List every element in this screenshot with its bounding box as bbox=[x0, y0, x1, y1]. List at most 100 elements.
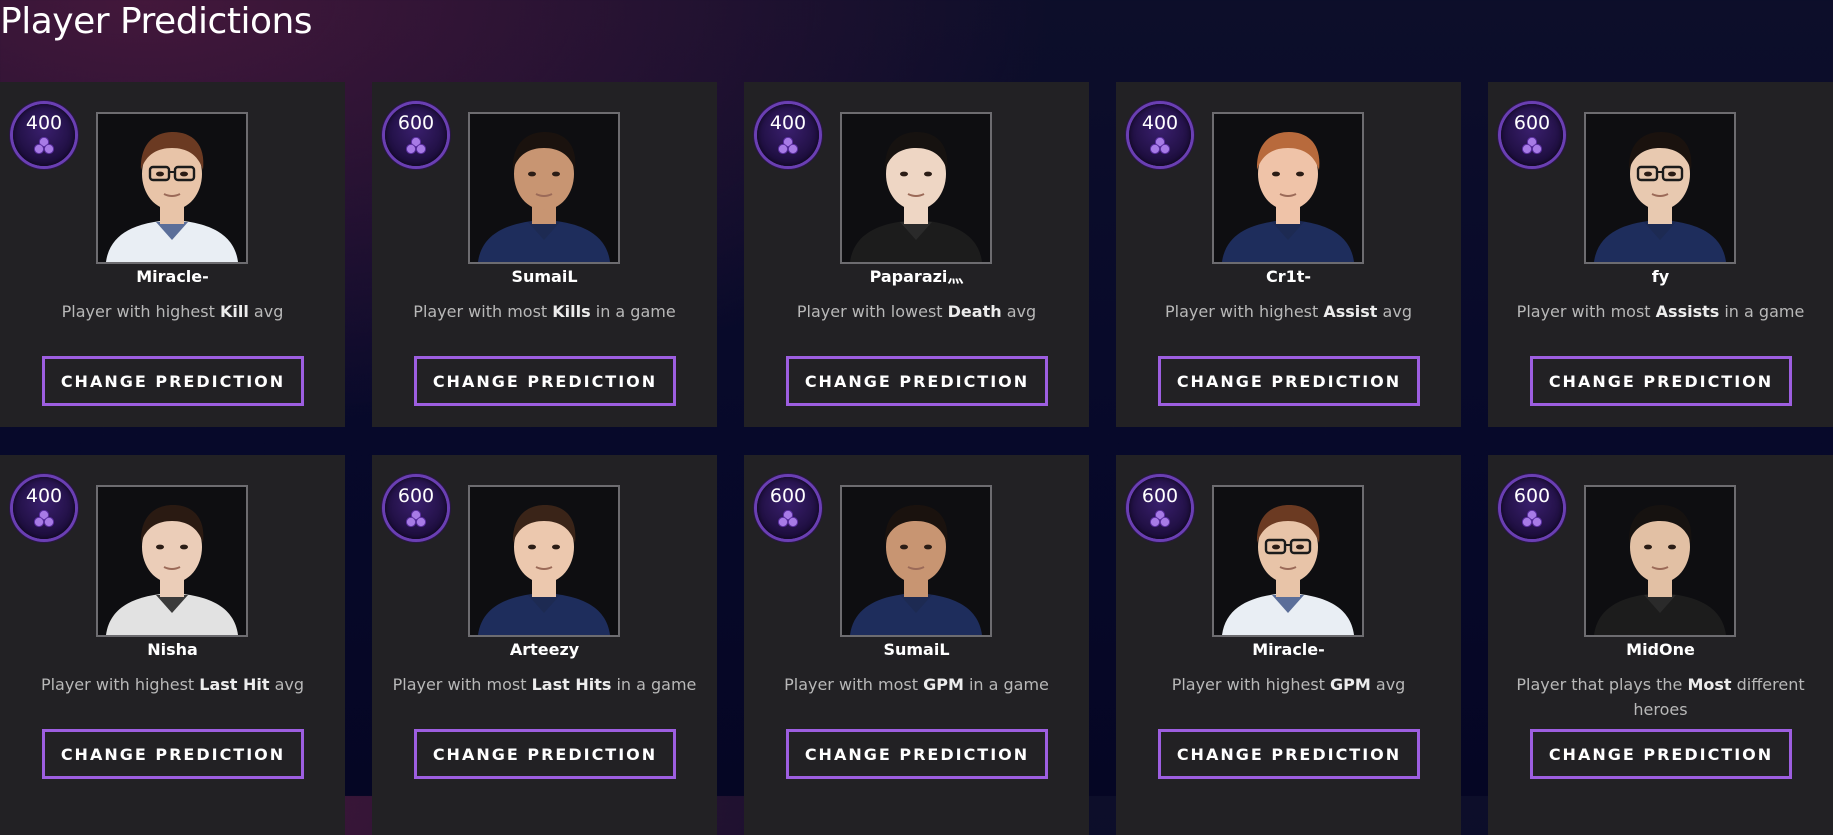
prediction-card: 400 Cr1t- Player with highest Assist avg… bbox=[1116, 82, 1461, 427]
player-photo bbox=[98, 487, 246, 635]
points-badge: 400 bbox=[13, 477, 75, 539]
desc-text: Player with most bbox=[413, 302, 553, 321]
points-value: 600 bbox=[397, 112, 435, 134]
player-photo bbox=[1586, 487, 1734, 635]
change-prediction-button[interactable]: CHANGE PREDICTION bbox=[414, 356, 676, 406]
prediction-card: 600 fy Player with most Assists in a gam… bbox=[1488, 82, 1833, 427]
desc-text: Player with lowest bbox=[796, 302, 948, 321]
desc-stat: Last Hit bbox=[199, 675, 270, 694]
points-badge: 400 bbox=[13, 104, 75, 166]
player-name: fy bbox=[1651, 267, 1670, 286]
desc-text: in a game bbox=[963, 675, 1049, 694]
change-prediction-button[interactable]: CHANGE PREDICTION bbox=[42, 356, 304, 406]
player-photo bbox=[470, 487, 618, 635]
desc-stat: Death bbox=[947, 302, 1002, 321]
prediction-card: 400 Nisha Player with highest Last Hit a… bbox=[0, 455, 345, 835]
page-title: Player Predictions bbox=[0, 1, 313, 42]
shard-icon bbox=[1149, 510, 1171, 528]
change-prediction-button[interactable]: CHANGE PREDICTION bbox=[1158, 729, 1420, 779]
prediction-description: Player with most Kills in a game bbox=[387, 299, 702, 324]
player-portrait bbox=[468, 485, 620, 637]
desc-text: in a game bbox=[1719, 302, 1805, 321]
prediction-card: 600 MidOne Player that plays the Most di… bbox=[1488, 455, 1833, 835]
shard-icon bbox=[33, 510, 55, 528]
player-name: Cr1t- bbox=[1265, 267, 1312, 286]
player-name: SumaiL bbox=[511, 267, 578, 286]
points-badge: 400 bbox=[757, 104, 819, 166]
desc-text: Player with highest bbox=[40, 675, 200, 694]
player-portrait bbox=[1584, 112, 1736, 264]
prediction-card: 600 Arteezy Player with most Last Hits i… bbox=[372, 455, 717, 835]
change-prediction-button[interactable]: CHANGE PREDICTION bbox=[1530, 729, 1792, 779]
player-portrait bbox=[840, 485, 992, 637]
desc-text: avg bbox=[1377, 302, 1412, 321]
desc-stat: Kill bbox=[219, 302, 249, 321]
desc-stat: GPM bbox=[923, 675, 964, 694]
shard-icon bbox=[777, 510, 799, 528]
change-prediction-button[interactable]: CHANGE PREDICTION bbox=[786, 729, 1048, 779]
points-badge: 600 bbox=[757, 477, 819, 539]
player-portrait bbox=[1584, 485, 1736, 637]
shard-icon bbox=[1149, 137, 1171, 155]
points-badge: 600 bbox=[1129, 477, 1191, 539]
desc-stat: Assists bbox=[1655, 302, 1720, 321]
points-badge: 600 bbox=[1501, 477, 1563, 539]
points-badge: 400 bbox=[1129, 104, 1191, 166]
change-prediction-button[interactable]: CHANGE PREDICTION bbox=[1530, 356, 1792, 406]
desc-text: avg bbox=[248, 302, 284, 321]
desc-text: Player with most bbox=[784, 675, 924, 694]
predictions-grid: 400 Miracle- Player with highest Kill av… bbox=[0, 82, 1833, 835]
desc-text: Player with most bbox=[392, 675, 532, 694]
player-portrait bbox=[96, 485, 248, 637]
prediction-description: Player with highest Kill avg bbox=[15, 299, 330, 324]
desc-text: Player with highest bbox=[1171, 675, 1331, 694]
points-badge: 600 bbox=[385, 104, 447, 166]
shard-icon bbox=[405, 137, 427, 155]
desc-text: Player with highest bbox=[1165, 302, 1324, 321]
change-prediction-button[interactable]: CHANGE PREDICTION bbox=[786, 356, 1048, 406]
points-badge: 600 bbox=[1501, 104, 1563, 166]
player-name: Paparazi灬 bbox=[869, 267, 964, 286]
prediction-description: Player with lowest Death avg bbox=[759, 299, 1074, 324]
shard-icon bbox=[1521, 137, 1543, 155]
shard-icon bbox=[777, 137, 799, 155]
points-value: 600 bbox=[1513, 112, 1551, 134]
player-name: Arteezy bbox=[509, 640, 580, 659]
desc-text: Player that plays the bbox=[1516, 675, 1688, 694]
player-portrait bbox=[840, 112, 992, 264]
prediction-description: Player with most Assists in a game bbox=[1503, 299, 1818, 324]
player-photo bbox=[470, 114, 618, 262]
desc-stat: Last Hits bbox=[531, 675, 612, 694]
change-prediction-button[interactable]: CHANGE PREDICTION bbox=[42, 729, 304, 779]
player-name: Miracle- bbox=[1252, 640, 1325, 659]
player-portrait bbox=[96, 112, 248, 264]
player-portrait bbox=[1212, 485, 1364, 637]
change-prediction-button[interactable]: CHANGE PREDICTION bbox=[1158, 356, 1420, 406]
change-prediction-button[interactable]: CHANGE PREDICTION bbox=[414, 729, 676, 779]
prediction-card: 400 Miracle- Player with highest Kill av… bbox=[0, 82, 345, 427]
player-portrait bbox=[468, 112, 620, 264]
player-photo bbox=[1214, 114, 1362, 262]
desc-stat: GPM bbox=[1330, 675, 1371, 694]
points-value: 600 bbox=[1513, 485, 1551, 507]
prediction-card: 600 SumaiL Player with most Kills in a g… bbox=[372, 82, 717, 427]
desc-stat: Kills bbox=[552, 302, 591, 321]
player-photo bbox=[842, 487, 990, 635]
player-name: MidOne bbox=[1626, 640, 1695, 659]
points-value: 400 bbox=[25, 485, 63, 507]
points-value: 600 bbox=[1141, 485, 1179, 507]
player-photo bbox=[1214, 487, 1362, 635]
desc-stat: Assist bbox=[1323, 302, 1378, 321]
prediction-description: Player with most GPM in a game bbox=[759, 672, 1074, 697]
shard-icon bbox=[1521, 510, 1543, 528]
desc-text: avg bbox=[1001, 302, 1037, 321]
points-value: 600 bbox=[397, 485, 435, 507]
desc-text: in a game bbox=[590, 302, 676, 321]
prediction-description: Player with highest Assist avg bbox=[1131, 299, 1446, 324]
points-badge: 600 bbox=[385, 477, 447, 539]
desc-text: in a game bbox=[611, 675, 697, 694]
desc-text: Player with most bbox=[1516, 302, 1656, 321]
points-value: 600 bbox=[769, 485, 807, 507]
points-value: 400 bbox=[1141, 112, 1179, 134]
prediction-card: 400 Paparazi灬 Player with lowest Death a… bbox=[744, 82, 1089, 427]
